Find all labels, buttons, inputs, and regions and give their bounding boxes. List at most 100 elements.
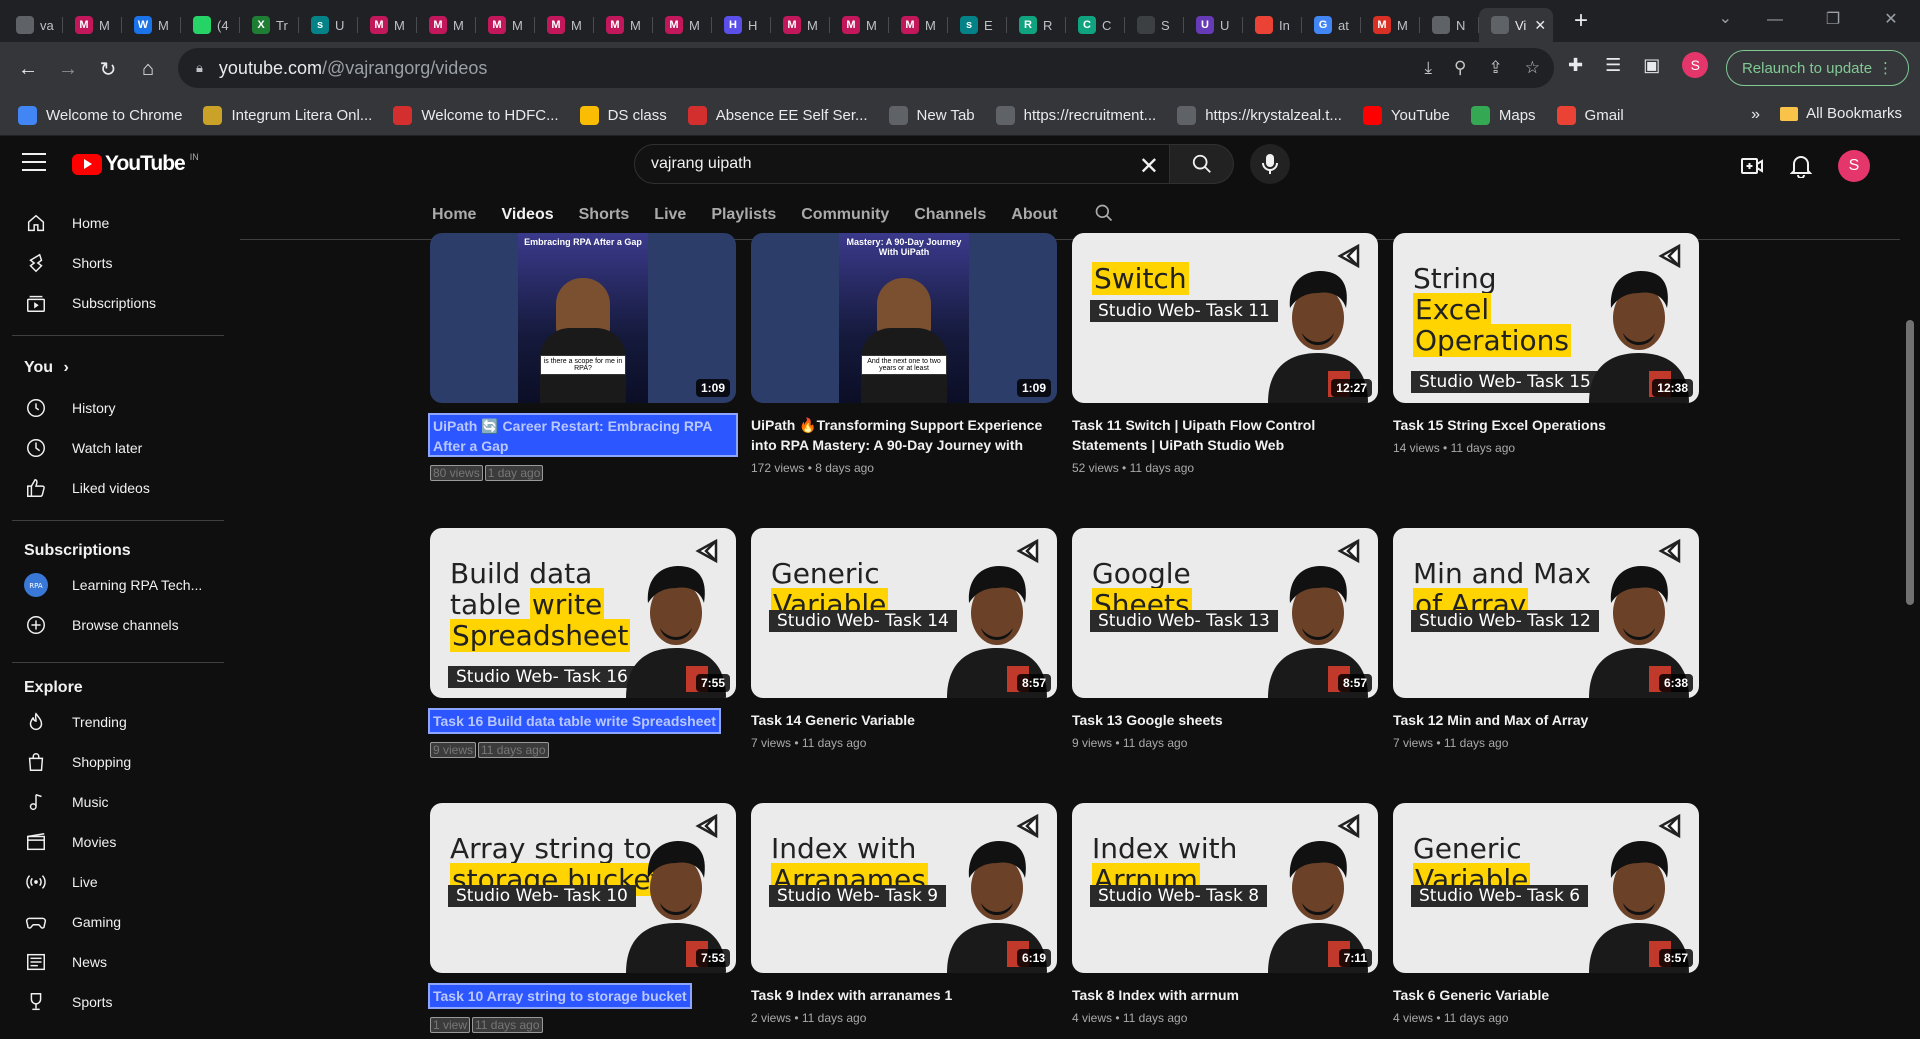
video-card[interactable]: Index with Arrnum Studio Web- Task 8 7:11 Ta… xyxy=(1072,803,1378,1025)
bookmark-item[interactable]: New Tab xyxy=(888,106,975,125)
browser-tab[interactable]: sU xyxy=(299,8,358,42)
browser-tab[interactable]: N xyxy=(1420,8,1479,42)
video-title[interactable]: Task 11 Switch | Uipath Flow Control Sta… xyxy=(1072,415,1378,455)
browser-tab[interactable]: MM xyxy=(653,8,712,42)
sidebar-item-liked-videos[interactable]: Liked videos xyxy=(12,468,224,508)
video-card[interactable]: String Excel Operations Studio Web- Task 15… xyxy=(1393,233,1699,455)
menu-icon[interactable] xyxy=(22,153,46,171)
browser-tab[interactable]: MM xyxy=(417,8,476,42)
bookmark-item[interactable]: YouTube xyxy=(1362,106,1450,125)
video-title[interactable]: Task 12 Min and Max of Array xyxy=(1393,710,1699,730)
bookmark-item[interactable]: Welcome to HDFC... xyxy=(393,106,559,125)
sidebar-item-sports[interactable]: Sports xyxy=(12,982,224,1022)
share-icon[interactable]: ⇪ xyxy=(1489,58,1503,78)
sidebar-item-watch-later[interactable]: Watch later xyxy=(12,428,224,468)
browser-tab[interactable]: MM xyxy=(594,8,653,42)
home-icon[interactable]: ⌂ xyxy=(128,58,168,81)
bookmark-item[interactable]: Integrum Litera Onl... xyxy=(203,106,372,125)
video-title[interactable]: Task 15 String Excel Operations xyxy=(1393,415,1699,435)
bookmark-item[interactable]: Gmail xyxy=(1556,106,1624,125)
browser-tab[interactable]: UU xyxy=(1184,8,1243,42)
notifications-bell-icon[interactable] xyxy=(1790,154,1812,178)
address-bar[interactable]: 🔒︎ youtube.com/@vajrangorg/videos ⤓ ⚲ ⇪ … xyxy=(178,48,1554,88)
video-thumbnail[interactable]: String Excel Operations Studio Web- Task 15… xyxy=(1393,233,1699,403)
sidebar-item-shopping[interactable]: Shopping xyxy=(12,742,224,782)
new-tab-button[interactable]: + xyxy=(1561,7,1601,35)
video-card[interactable]: Array string to storage bucket Studio Web-… xyxy=(428,803,736,1033)
video-thumbnail[interactable]: Index with Arrnum Studio Web- Task 8 7:11 xyxy=(1072,803,1378,973)
browser-tab[interactable]: MM xyxy=(771,8,830,42)
video-thumbnail[interactable]: Min and Max of Array Studio Web- Task 12 6:… xyxy=(1393,528,1699,698)
extensions-icon[interactable]: ✚ xyxy=(1568,55,1583,76)
voice-search-button[interactable] xyxy=(1250,144,1290,184)
relaunch-button[interactable]: Relaunch to update ⋮ xyxy=(1726,50,1909,86)
sidebar-item-browse-channels[interactable]: Browse channels xyxy=(12,605,224,645)
video-card[interactable]: Switch Studio Web- Task 11 12:27 Task 11 Sw… xyxy=(1072,233,1378,475)
install-app-icon[interactable]: ⤓ xyxy=(1425,58,1433,78)
tab-search-chevron-icon[interactable]: ⌄ xyxy=(1719,8,1732,28)
clear-search-icon[interactable]: ✕ xyxy=(1139,152,1159,181)
video-title[interactable]: Task 10 Array string to storage bucket xyxy=(428,983,692,1009)
sidebar-item-gaming[interactable]: Gaming xyxy=(12,902,224,942)
browser-tab[interactable]: MM xyxy=(476,8,535,42)
lock-icon[interactable]: 🔒︎ xyxy=(196,60,203,76)
browser-tab[interactable]: Gat xyxy=(1302,8,1361,42)
video-title[interactable]: Task 14 Generic Variable xyxy=(751,710,1057,730)
browser-tab[interactable]: MM xyxy=(1361,8,1420,42)
browser-tab[interactable]: RR xyxy=(1007,8,1066,42)
bookmark-item[interactable]: https://krystalzeal.t... xyxy=(1177,106,1342,125)
bookmark-item[interactable]: Maps xyxy=(1470,106,1536,125)
search-button[interactable] xyxy=(1170,144,1234,184)
all-bookmarks-button[interactable]: All Bookmarks xyxy=(1780,105,1902,122)
back-icon[interactable]: ← xyxy=(8,58,48,81)
video-thumbnail[interactable]: Generic Variable Studio Web- Task 14 8:57 xyxy=(751,528,1057,698)
sidebar-item-live[interactable]: Live xyxy=(12,862,224,902)
sidebar-item-movies[interactable]: Movies xyxy=(12,822,224,862)
video-thumbnail[interactable]: Embracing RPA After a Gap is there a scop… xyxy=(430,233,736,403)
browser-tab[interactable]: X Tr xyxy=(240,8,299,42)
video-title[interactable]: Task 6 Generic Variable xyxy=(1393,985,1699,1005)
video-thumbnail[interactable]: Array string to storage bucket Studio Web-… xyxy=(430,803,736,973)
video-card[interactable]: Generic Variable Studio Web- Task 14 8:57 Ta… xyxy=(751,528,1057,750)
sidebar-item-channel[interactable]: RPA Learning RPA Tech... xyxy=(12,565,224,605)
bookmark-star-icon[interactable]: ☆ xyxy=(1525,58,1540,78)
video-thumbnail[interactable]: Index with Arranames Studio Web- Task 9 6:1… xyxy=(751,803,1057,973)
close-tab-icon[interactable]: ✕ xyxy=(1534,17,1546,34)
bookmark-item[interactable]: https://recruitment... xyxy=(995,106,1156,125)
video-card[interactable]: Min and Max of Array Studio Web- Task 12 6:… xyxy=(1393,528,1699,750)
video-card[interactable]: Mastery: A 90-Day Journey With UiPath And… xyxy=(751,233,1057,475)
reload-icon[interactable]: ↻ xyxy=(88,57,128,82)
youtube-logo[interactable]: YouTube IN xyxy=(72,152,199,176)
bookmark-item[interactable]: Absence EE Self Ser... xyxy=(687,106,868,125)
browser-tab[interactable]: WM xyxy=(122,8,181,42)
sidebar-item-subscriptions[interactable]: Subscriptions xyxy=(12,283,224,323)
channel-search-icon[interactable] xyxy=(1094,203,1114,228)
search-input[interactable]: vajrang uipath ✕ xyxy=(634,144,1170,184)
browser-tab[interactable]: S xyxy=(1125,8,1184,42)
bookmarks-overflow-icon[interactable]: » xyxy=(1751,106,1760,124)
video-card[interactable]: Embracing RPA After a Gap is there a scop… xyxy=(428,233,738,481)
browser-tab[interactable]: HH xyxy=(712,8,771,42)
browser-tab[interactable]: MM xyxy=(889,8,948,42)
sidebar-item-music[interactable]: Music xyxy=(12,782,224,822)
sidebar-section-you[interactable]: You › xyxy=(24,359,69,377)
sidebar-item-shorts[interactable]: Shorts xyxy=(12,243,224,283)
video-title[interactable]: UiPath 🔄 Career Restart: Embracing RPA A… xyxy=(428,413,738,457)
sidebar-item-history[interactable]: History xyxy=(12,388,224,428)
browser-tab[interactable]: CC xyxy=(1066,8,1125,42)
video-title[interactable]: Task 16 Build data table write Spreadshe… xyxy=(428,708,721,734)
video-thumbnail[interactable]: Build data table write Spreadsheet Studio W… xyxy=(430,528,736,698)
video-title[interactable]: Task 9 Index with arranames 1 xyxy=(751,985,1057,1005)
video-thumbnail[interactable]: Google Sheets Studio Web- Task 13 8:57 xyxy=(1072,528,1378,698)
video-thumbnail[interactable]: Mastery: A 90-Day Journey With UiPath And… xyxy=(751,233,1057,403)
minimize-icon[interactable]: — xyxy=(1746,0,1804,42)
browser-tab[interactable]: (4 xyxy=(181,8,240,42)
page-scrollbar[interactable] xyxy=(1906,320,1914,605)
video-card[interactable]: Generic Variable Studio Web- Task 6 8:57 Tas… xyxy=(1393,803,1699,1025)
browser-tab-active[interactable]: Vi ✕ xyxy=(1479,8,1553,42)
video-title[interactable]: UiPath 🔥Transforming Support Experience … xyxy=(751,415,1057,455)
video-thumbnail[interactable]: Switch Studio Web- Task 11 12:27 xyxy=(1072,233,1378,403)
zoom-icon[interactable]: ⚲ xyxy=(1454,58,1466,78)
video-thumbnail[interactable]: Generic Variable Studio Web- Task 6 8:57 xyxy=(1393,803,1699,973)
create-video-icon[interactable] xyxy=(1740,154,1764,178)
